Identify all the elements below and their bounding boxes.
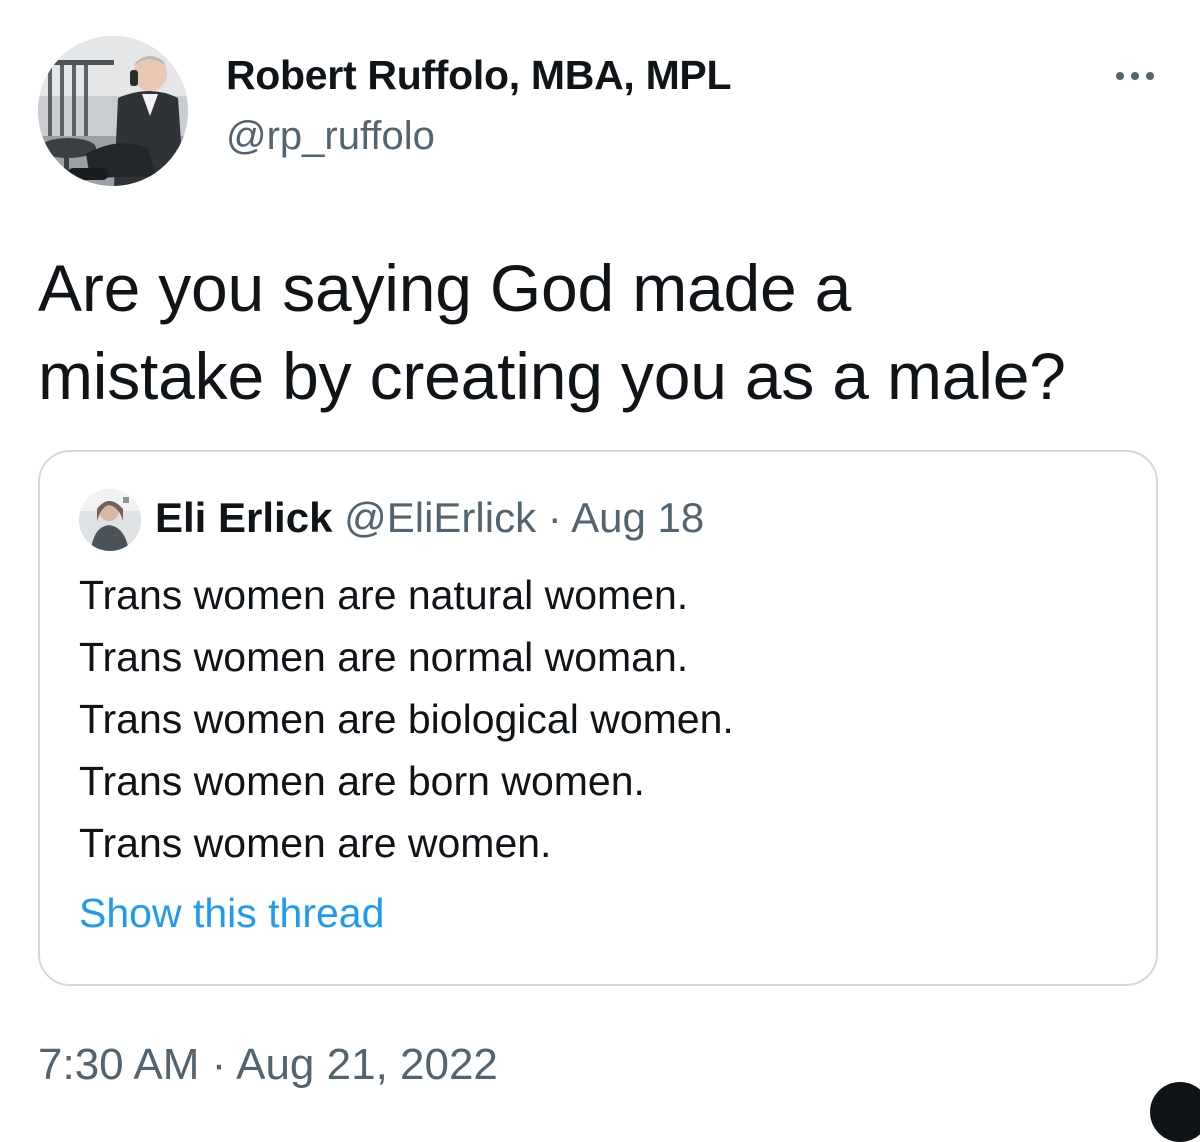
quoted-tweet[interactable]: Eli Erlick @EliErlick · Aug 18 Trans wom… <box>38 450 1158 986</box>
author-name[interactable]: Robert Ruffolo, MBA, MPL <box>226 52 732 99</box>
tweet-timestamp[interactable]: 7:30 AM · Aug 21, 2022 <box>38 1040 498 1090</box>
ellipsis-icon <box>1131 72 1139 80</box>
profile-photo-icon <box>79 489 141 551</box>
quoted-tweet-header: Eli Erlick @EliErlick · Aug 18 <box>155 494 704 542</box>
header-separator: · <box>547 494 562 541</box>
ellipsis-icon <box>1146 72 1154 80</box>
quoted-text-line: Trans women are born women. <box>79 758 645 804</box>
quoted-text-line: Trans women are women. <box>79 820 552 866</box>
show-thread-link[interactable]: Show this thread <box>79 890 384 937</box>
tweet-text: Are you saying God made a mistake by cre… <box>38 251 1066 413</box>
author-avatar[interactable] <box>38 36 188 186</box>
quoted-author-avatar[interactable] <box>79 489 141 551</box>
quoted-text-line: Trans women are natural women. <box>79 572 689 618</box>
quoted-author-name[interactable]: Eli Erlick <box>155 494 332 541</box>
quoted-author-handle[interactable]: @EliErlick <box>344 494 536 541</box>
quoted-tweet-text: Trans women are natural women. Trans wom… <box>79 564 734 874</box>
quoted-tweet-date[interactable]: Aug 18 <box>571 494 704 541</box>
quoted-text-line: Trans women are normal woman. <box>79 634 689 680</box>
floating-action-button[interactable] <box>1150 1082 1200 1142</box>
more-options-button[interactable] <box>1100 56 1170 96</box>
ellipsis-icon <box>1116 72 1124 80</box>
author-handle[interactable]: @rp_ruffolo <box>226 114 435 159</box>
tweet: Robert Ruffolo, MBA, MPL @rp_ruffolo Are… <box>0 0 1200 1142</box>
profile-photo-icon <box>38 36 188 186</box>
quoted-text-line: Trans women are biological women. <box>79 696 734 742</box>
